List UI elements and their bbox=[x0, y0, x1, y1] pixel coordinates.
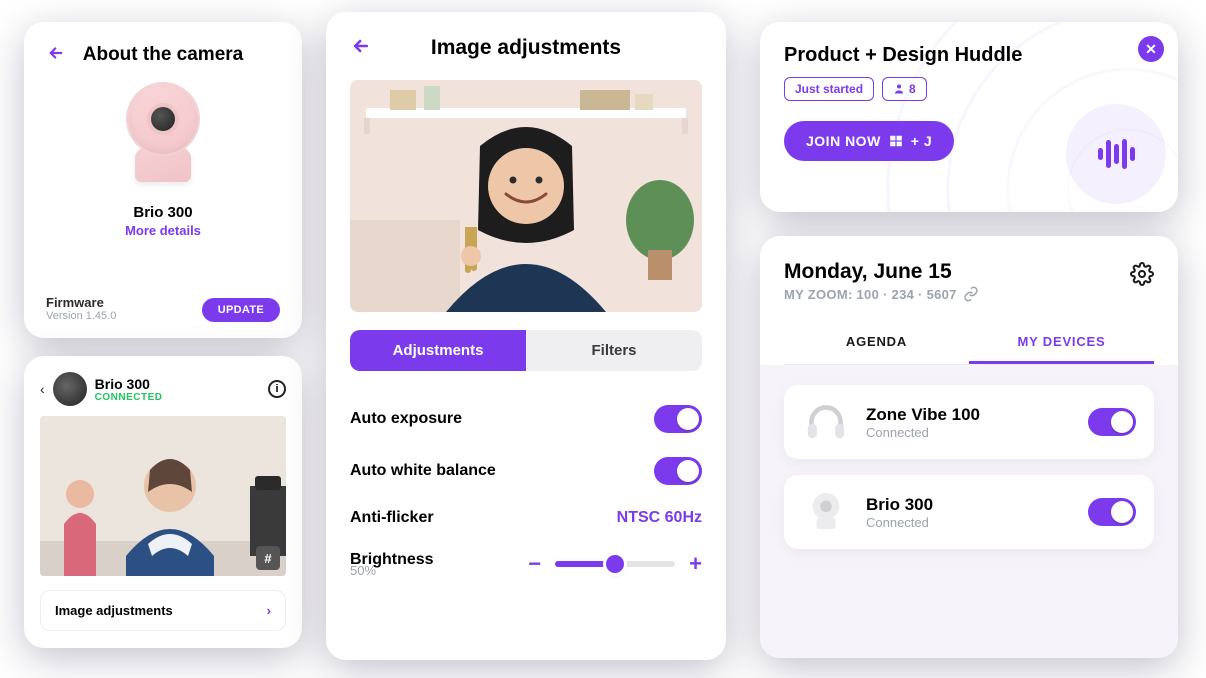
device-status: Connected bbox=[866, 425, 980, 440]
auto-exposure-toggle[interactable] bbox=[654, 405, 702, 433]
camera-preview-large bbox=[350, 80, 702, 312]
brightness-slider-group: − + bbox=[528, 551, 702, 577]
device-thumbnail bbox=[53, 372, 87, 406]
just-started-chip: Just started bbox=[784, 77, 874, 101]
person-icon bbox=[893, 83, 905, 95]
tab-bar: AGENDA MY DEVICES bbox=[784, 322, 1154, 365]
zoom-id-row: MY ZOOM: 100 · 234 · 5607 bbox=[784, 286, 1154, 302]
close-icon[interactable]: ✕ bbox=[1138, 36, 1164, 62]
back-arrow-icon[interactable] bbox=[350, 36, 372, 62]
device-card-brio: Brio 300 Connected bbox=[784, 475, 1154, 549]
webcam-icon bbox=[802, 491, 850, 533]
image-adjustments-label: Image adjustments bbox=[55, 603, 173, 618]
image-adjustments-row[interactable]: Image adjustments › bbox=[40, 590, 286, 631]
more-details-link[interactable]: More details bbox=[46, 223, 280, 238]
auto-white-balance-toggle[interactable] bbox=[654, 457, 702, 485]
headphones-icon bbox=[802, 401, 850, 443]
camera-preview-image: # bbox=[40, 416, 286, 576]
update-button[interactable]: UPDATE bbox=[202, 298, 280, 322]
info-icon[interactable]: i bbox=[268, 380, 286, 398]
device-toggle[interactable] bbox=[1088, 498, 1136, 526]
join-now-button[interactable]: JOIN NOW + J bbox=[784, 121, 954, 161]
brightness-slider[interactable] bbox=[555, 561, 675, 567]
join-now-label: JOIN NOW bbox=[806, 133, 881, 149]
join-shortcut: + J bbox=[911, 133, 932, 149]
device-name: Brio 300 bbox=[95, 376, 163, 392]
camera-product-name: Brio 300 bbox=[46, 204, 280, 221]
devices-card: Monday, June 15 MY ZOOM: 100 · 234 · 560… bbox=[760, 236, 1178, 658]
device-name: Brio 300 bbox=[866, 495, 933, 515]
date-heading: Monday, June 15 bbox=[784, 260, 1154, 284]
device-card-zone-vibe: Zone Vibe 100 Connected bbox=[784, 385, 1154, 459]
firmware-label: Firmware bbox=[46, 295, 116, 310]
brightness-minus-button[interactable]: − bbox=[528, 551, 541, 577]
chevron-right-icon: › bbox=[267, 603, 271, 618]
attendees-count: 8 bbox=[909, 82, 916, 96]
device-status: Connected bbox=[866, 515, 933, 530]
image-adjustments-title: Image adjustments bbox=[350, 36, 702, 60]
chevron-left-icon[interactable]: ‹ bbox=[40, 381, 45, 397]
huddle-title: Product + Design Huddle bbox=[784, 44, 1154, 67]
firmware-block: Firmware Version 1.45.0 bbox=[46, 295, 116, 322]
attendees-chip: 8 bbox=[882, 77, 927, 101]
brightness-plus-button[interactable]: + bbox=[689, 551, 702, 577]
tab-agenda[interactable]: AGENDA bbox=[784, 322, 969, 364]
anti-flicker-value[interactable]: NTSC 60Hz bbox=[617, 509, 702, 527]
gear-icon[interactable] bbox=[1130, 262, 1154, 292]
tab-my-devices[interactable]: MY DEVICES bbox=[969, 322, 1154, 364]
anti-flicker-label: Anti-flicker bbox=[350, 509, 434, 527]
device-list: Zone Vibe 100 Connected Brio 300 Connect… bbox=[760, 365, 1178, 658]
segment-control: Adjustments Filters bbox=[350, 330, 702, 371]
image-adjustments-card: Image adjustments Adjustments Filters bbox=[326, 12, 726, 660]
tab-adjustments[interactable]: Adjustments bbox=[350, 330, 526, 371]
tab-filters[interactable]: Filters bbox=[526, 330, 702, 371]
windows-icon bbox=[889, 134, 903, 148]
brio-preview-card: ‹ Brio 300 CONNECTED i # Image adjustmen… bbox=[24, 356, 302, 648]
device-toggle[interactable] bbox=[1088, 408, 1136, 436]
auto-exposure-label: Auto exposure bbox=[350, 410, 462, 428]
link-icon[interactable] bbox=[963, 286, 979, 302]
back-arrow-icon[interactable] bbox=[46, 44, 66, 68]
firmware-version: Version 1.45.0 bbox=[46, 310, 116, 322]
zoom-id-label: MY ZOOM: 100 · 234 · 5607 bbox=[784, 287, 957, 302]
about-camera-title: About the camera bbox=[46, 44, 280, 66]
device-name: Zone Vibe 100 bbox=[866, 405, 980, 425]
huddle-card: ✕ Product + Design Huddle Just started 8… bbox=[760, 22, 1178, 212]
hash-chip-icon[interactable]: # bbox=[256, 546, 280, 570]
about-camera-card: About the camera Brio 300 More details F… bbox=[24, 22, 302, 338]
audio-wave-icon[interactable] bbox=[1066, 104, 1166, 204]
device-status: CONNECTED bbox=[95, 392, 163, 403]
auto-white-balance-label: Auto white balance bbox=[350, 462, 496, 480]
camera-image bbox=[119, 84, 207, 194]
